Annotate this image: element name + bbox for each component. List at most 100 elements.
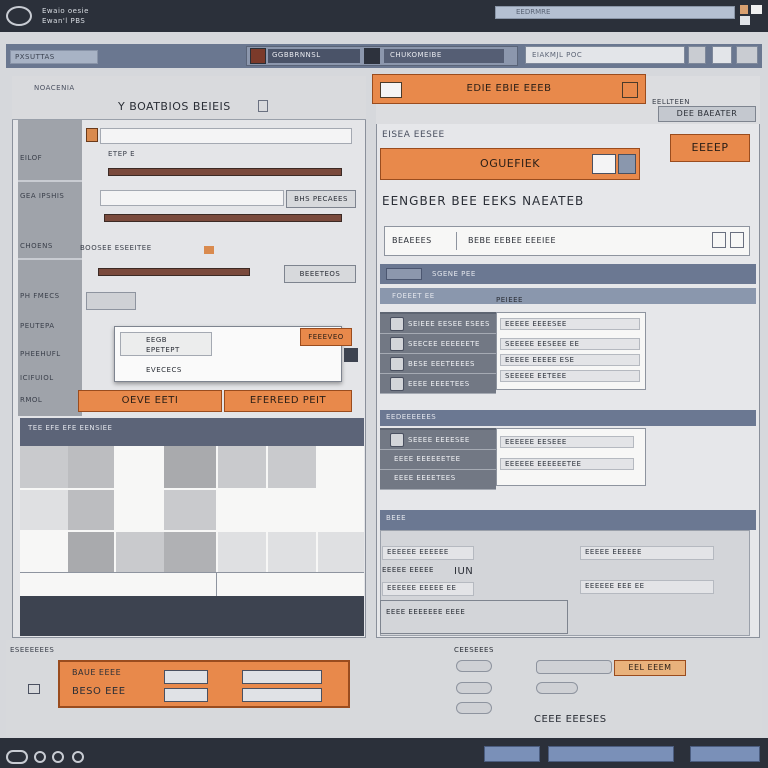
grid-cell[interactable]	[268, 446, 316, 488]
folder-icon[interactable]	[250, 48, 266, 64]
sidebar-label[interactable]: GEA IPSHIS	[20, 192, 80, 200]
bottom-input[interactable]	[536, 660, 612, 674]
right-side-box[interactable]: DEE BAEATER	[658, 106, 756, 122]
toggle-button[interactable]	[536, 682, 578, 694]
text-field[interactable]	[100, 128, 352, 144]
action-button[interactable]: BEEETEOS	[284, 265, 356, 283]
bottom-field[interactable]	[164, 670, 208, 684]
grid-cell[interactable]	[268, 532, 316, 572]
clear-icon[interactable]	[730, 232, 744, 248]
popup-line[interactable]: EPETEPT	[146, 346, 180, 354]
grid-cell[interactable]	[164, 532, 216, 572]
grid-cell[interactable]	[20, 490, 68, 530]
info-icon[interactable]	[72, 751, 84, 763]
dropdown-icon[interactable]	[712, 232, 726, 248]
section-tab[interactable]	[386, 268, 422, 280]
grid-cell[interactable]	[68, 490, 114, 530]
status-button[interactable]	[484, 746, 540, 762]
toggle-button[interactable]	[456, 660, 492, 672]
detail-line: EEEEEE EEEEEETEE	[500, 458, 634, 470]
toggle-button[interactable]	[456, 682, 492, 694]
form-field[interactable]: EEEEEE EEEEE EE	[382, 582, 474, 596]
settings-icon[interactable]	[344, 348, 358, 362]
grid-header	[20, 418, 364, 446]
toolbar-field[interactable]: GGBBRNNSL	[268, 49, 360, 63]
detail-line: EEEEEE EESEEE	[500, 436, 634, 448]
app-title-line-2: Ewan'l PBS	[42, 17, 86, 25]
form-group	[380, 600, 568, 634]
input-divider	[456, 232, 457, 250]
app-logo-icon[interactable]	[6, 750, 28, 764]
status-button[interactable]	[548, 746, 674, 762]
form-label: EEEE EEEEEEE EEEE	[386, 608, 466, 616]
section-label: FOEEET EE	[392, 292, 435, 300]
bottom-field[interactable]	[242, 688, 322, 702]
grid-cell[interactable]	[68, 532, 114, 572]
browse-button[interactable]: BHS PECAEES	[286, 190, 356, 208]
title-search-placeholder: EEDRMRE	[516, 8, 551, 16]
left-sidebar	[18, 120, 82, 416]
grid-cell[interactable]	[218, 532, 266, 572]
image-icon[interactable]	[592, 154, 616, 174]
text-field[interactable]	[100, 190, 284, 206]
globe-icon[interactable]	[34, 751, 46, 763]
arrow-icon[interactable]	[28, 684, 40, 694]
sidebar-label[interactable]: PHEEHUFL	[20, 350, 80, 358]
section-label: SGENE PEE	[432, 270, 476, 278]
grid-cell[interactable]	[68, 446, 114, 488]
status-button[interactable]	[690, 746, 760, 762]
sidebar-label[interactable]: EILOF	[20, 154, 80, 162]
grid-cell[interactable]	[116, 532, 164, 572]
right-search-input[interactable]	[384, 226, 750, 256]
grid-cell[interactable]	[20, 446, 68, 488]
orange-tag-icon	[86, 128, 98, 142]
toggle-button[interactable]	[456, 702, 492, 714]
toolbar-field-2[interactable]: CHUKOMEIBE	[384, 49, 504, 63]
grid-cell[interactable]	[164, 446, 216, 488]
popup-line[interactable]: EVECECS	[146, 366, 182, 374]
bottom-field[interactable]	[242, 670, 322, 684]
toolbar-search-input[interactable]: EIAKMJL POC	[525, 46, 685, 64]
user-icon	[390, 337, 404, 351]
list-item-label: SEIEEE EESEE ESEES	[408, 320, 490, 328]
section-label: EEDEEEEEES	[386, 413, 437, 421]
right-small-button[interactable]: EEEEP	[670, 134, 750, 162]
bottom-field[interactable]	[164, 688, 208, 702]
list-item-label: EEEE EEEETEES	[408, 380, 470, 388]
user-icon	[390, 317, 404, 331]
popup-button[interactable]: FEEEVEO	[300, 328, 352, 346]
toolbar-button-b[interactable]	[712, 46, 732, 64]
toolbar-button-a[interactable]	[688, 46, 706, 64]
file-icon	[380, 82, 402, 98]
section-label: BEEE	[386, 514, 407, 522]
grid-cell[interactable]	[218, 446, 266, 488]
form-field[interactable]: EEEEEE EEEEEE	[382, 546, 474, 560]
bottom-orange-label: BAUE EEEE	[72, 668, 122, 677]
minimize-icon[interactable]	[740, 5, 748, 14]
restore-icon[interactable]	[740, 16, 750, 25]
sidebar-label[interactable]: ICIFUIOL	[20, 374, 80, 382]
small-field[interactable]	[86, 292, 136, 310]
grid-cell[interactable]	[318, 532, 364, 572]
popup-line[interactable]: EEGB	[146, 336, 167, 344]
document-icon[interactable]	[364, 48, 380, 64]
form-field[interactable]: EEEEE EEEEEE	[580, 546, 714, 560]
sidebar-label[interactable]: PH FMECS	[20, 292, 80, 300]
bottom-right-button[interactable]: EEL EEEM	[614, 660, 686, 676]
sidebar-label[interactable]: PEUTEPA	[20, 322, 80, 330]
share-icon[interactable]	[618, 154, 636, 174]
document-icon[interactable]	[258, 100, 268, 112]
menu-button[interactable]: PXSUTTAS	[10, 50, 98, 64]
orange-left-button[interactable]: OEVE EETI	[78, 390, 222, 412]
toolbar-button-c[interactable]	[736, 46, 758, 64]
close-icon[interactable]	[751, 5, 762, 14]
sidebar-label[interactable]: RMOL	[20, 396, 80, 404]
help-icon[interactable]	[52, 751, 64, 763]
grid-icon[interactable]	[622, 82, 638, 98]
right-header-button[interactable]: EDIE EBIE EEEB	[372, 74, 646, 104]
form-field[interactable]: EEEEEE EEE EE	[580, 580, 714, 594]
orange-right-button[interactable]: EFEREED PEIT	[224, 390, 352, 412]
grid-cell[interactable]	[164, 490, 216, 530]
sidebar-label[interactable]: CHOENS	[20, 242, 80, 250]
title-search-input[interactable]: EEDRMRE	[495, 6, 735, 19]
